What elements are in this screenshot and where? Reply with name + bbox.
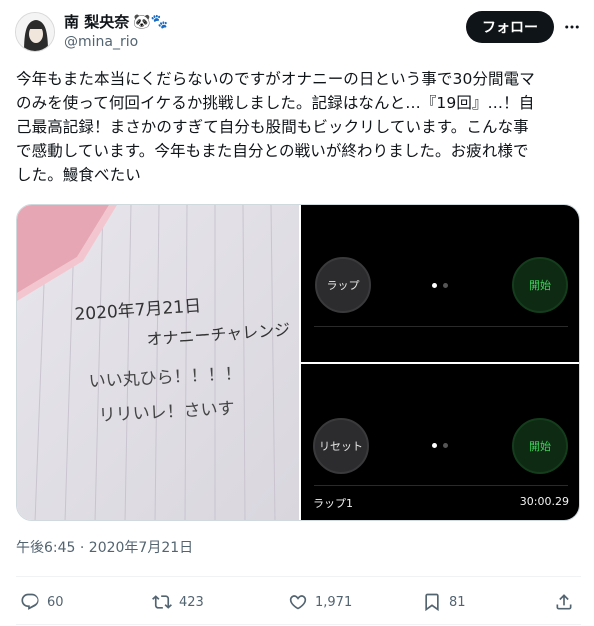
tweet-line: のみを使って何回イケるか挑戦しました。記録はなんと…『19回』…！自	[16, 94, 535, 112]
dot-inactive	[443, 443, 448, 448]
follow-button[interactable]: フォロー	[466, 11, 554, 43]
separator-line	[314, 485, 568, 486]
tweet-header: 南 梨央奈 🐼🐾 @mina_rio フォロー	[0, 0, 594, 66]
dot-active	[432, 283, 437, 288]
share-icon	[556, 594, 572, 610]
avatar[interactable]	[15, 12, 55, 52]
bookmark-icon	[425, 593, 439, 612]
timestamp[interactable]: 午後6:45 · 2020年7月21日	[16, 538, 193, 558]
action-bar: 60 423 1,971 81	[0, 583, 594, 621]
page-dots	[432, 443, 448, 448]
name-row: 南 梨央奈 🐼🐾	[64, 12, 168, 32]
tweet-line: 今年もまた本当にくだらないのですがオナニーの日という事で30分間電マ	[16, 70, 535, 88]
name-emoji: 🐼🐾	[133, 14, 169, 30]
media-grid: 2020年7月21日 オナニーチャレンジ いい丸ひら！！！！ リリいレ！さいす …	[16, 204, 580, 521]
handle[interactable]: @mina_rio	[64, 33, 138, 51]
like-count: 1,971	[315, 594, 353, 610]
lap-time: 30:00.29	[519, 495, 569, 508]
divider	[16, 624, 581, 625]
reset-button: リセット	[313, 418, 369, 474]
stopwatch-photo-bottom[interactable]: リセット 開始 ラップ1 30:00.29	[301, 364, 579, 520]
reply-icon	[21, 593, 39, 610]
bookmark-count: 81	[449, 594, 466, 610]
tweet-text: 今年もまた本当にくだらないのですがオナニーの日という事で30分間電マ のみを使っ…	[16, 67, 581, 187]
tweet-line: した。鰻食べたい	[16, 166, 141, 184]
separator-line	[314, 326, 568, 327]
like-button[interactable]: 1,971	[288, 583, 352, 621]
note-photo[interactable]: 2020年7月21日 オナニーチャレンジ いい丸ひら！！！！ リリいレ！さいす	[17, 205, 299, 520]
start-button: 開始	[512, 257, 568, 313]
lap-button: ラップ	[315, 257, 371, 313]
dot-inactive	[443, 283, 448, 288]
page-dots	[432, 283, 448, 288]
more-icon[interactable]	[561, 16, 583, 38]
retweet-icon	[152, 595, 172, 609]
bookmark-button[interactable]: 81	[422, 583, 466, 621]
reply-button[interactable]: 60	[20, 583, 64, 621]
display-name[interactable]: 南 梨央奈	[64, 12, 129, 32]
dot-active	[432, 443, 437, 448]
divider	[16, 576, 581, 577]
heart-icon	[289, 595, 307, 610]
lap-label: ラップ1	[313, 497, 353, 510]
retweet-count: 423	[179, 594, 204, 610]
start-button: 開始	[512, 418, 568, 474]
tweet-line: 己最高記録！まさかのすぎて自分も股間もビックリしています。こんな事	[16, 118, 529, 136]
stopwatch-photo-top[interactable]: ラップ 開始	[301, 205, 579, 362]
tweet-line: で感動しています。今年もまた自分との戦いが終わりました。お疲れ様で	[16, 142, 529, 160]
retweet-button[interactable]: 423	[152, 583, 204, 621]
share-button[interactable]	[554, 583, 574, 621]
reply-count: 60	[47, 594, 64, 610]
